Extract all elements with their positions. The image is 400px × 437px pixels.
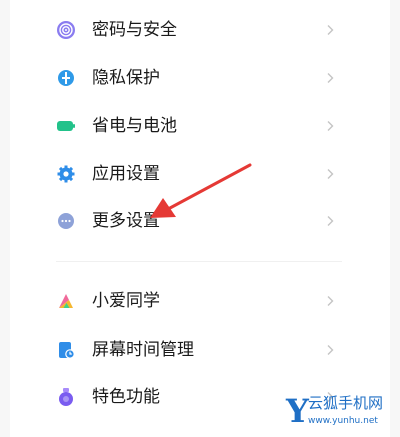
watermark: Y 云狐手机网 www.yunhu.net <box>286 392 398 434</box>
watermark-site-name: 云狐手机网 <box>308 394 384 412</box>
annotation-arrow <box>150 163 252 218</box>
watermark-logo-letter: Y <box>286 392 309 430</box>
watermark-url: www.yunhu.net <box>308 416 378 426</box>
